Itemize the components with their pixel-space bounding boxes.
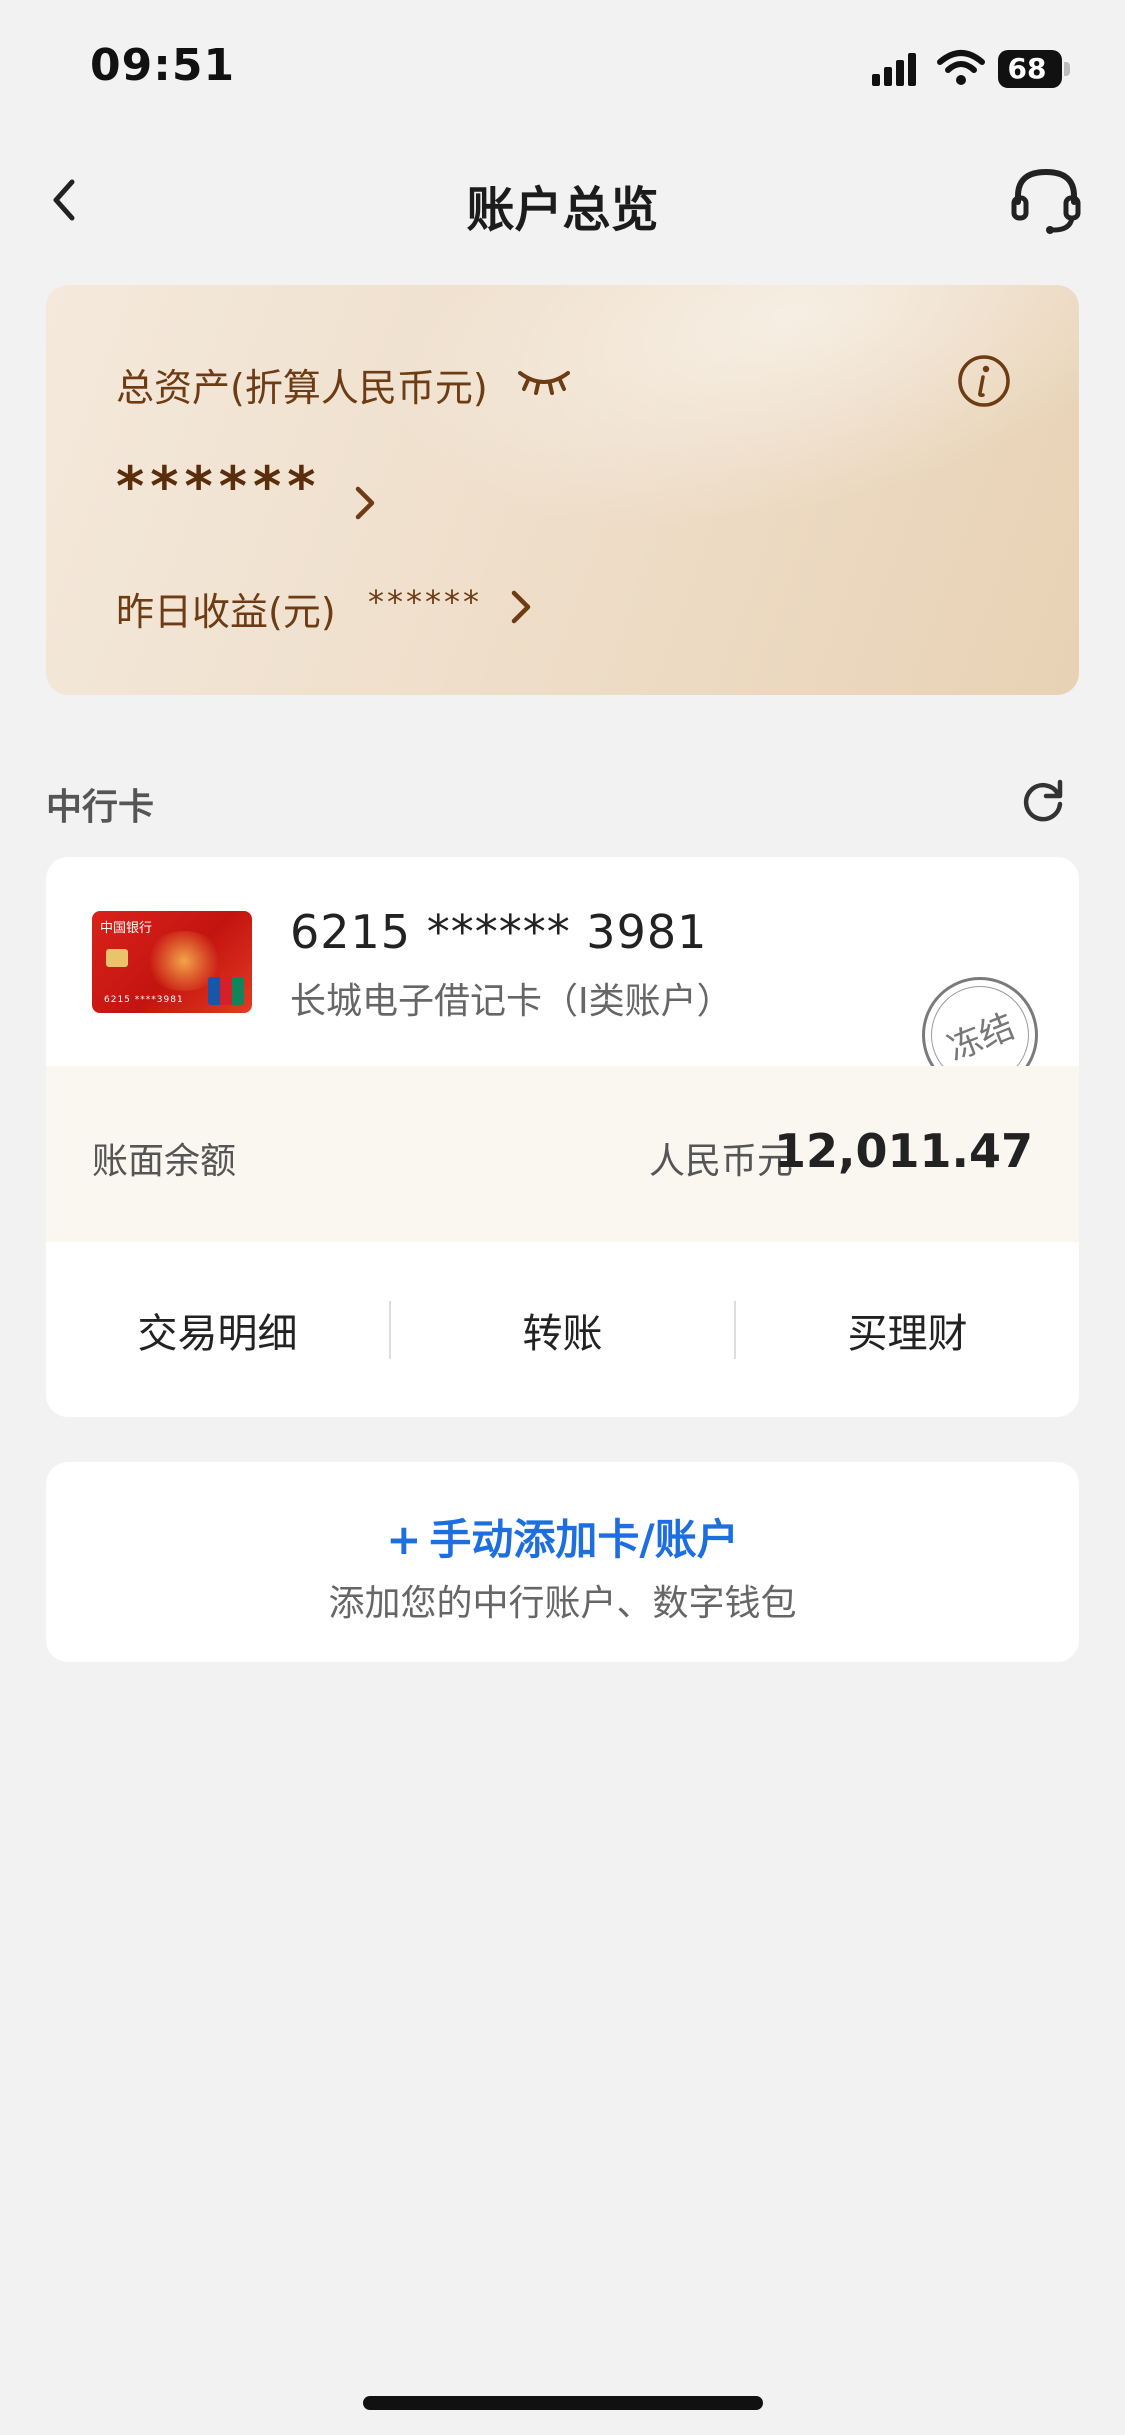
refresh-icon[interactable] (1018, 774, 1068, 824)
signal-icon (872, 53, 916, 86)
buy-wealth-product-button[interactable]: 买理财 (736, 1301, 1079, 1359)
account-overview-page: 09:51 68 账户总览 总资产(折算人民币元) ****** 昨日收益(元)… (0, 0, 1125, 2435)
home-indicator[interactable] (363, 2396, 763, 2410)
add-card-title-text: 手动添加卡/账户 (429, 1515, 739, 1564)
chevron-right-icon[interactable] (502, 585, 538, 629)
chevron-right-icon[interactable] (346, 481, 382, 525)
debit-card-image: 中国银行 6215 ****3981 (92, 911, 252, 1013)
page-title: 账户总览 (466, 182, 659, 238)
frozen-status-text: 冻结 (942, 1006, 1021, 1070)
nav-bar: 账户总览 (0, 140, 1125, 260)
status-bar: 09:51 68 (0, 0, 1125, 130)
card-type: 长城电子借记卡（I类账户） (290, 981, 733, 1022)
battery-icon: 68 (998, 50, 1070, 88)
status-time: 09:51 (90, 40, 236, 91)
balance-amount: 12,011.47 (774, 1124, 1033, 1178)
customer-service-headset-icon[interactable] (1006, 160, 1086, 240)
add-card-account-button[interactable]: + 手动添加卡/账户 添加您的中行账户、数字钱包 (46, 1462, 1079, 1662)
plus-icon: + (386, 1515, 422, 1564)
eye-closed-icon[interactable] (514, 365, 574, 395)
balance-row: 账面余额 人民币元 12,011.47 (46, 1066, 1079, 1242)
card-chip-icon (106, 949, 128, 967)
card-number[interactable]: 6215 ****** 3981 (290, 905, 707, 959)
unionpay-logo-icon (208, 977, 244, 1005)
add-card-title: + 手动添加卡/账户 (46, 1506, 1079, 1567)
yesterday-income-value: ****** (368, 583, 482, 621)
total-asset-value: ****** (116, 455, 322, 518)
battery-level: 68 (1007, 52, 1047, 85)
balance-currency: 人民币元 (648, 1141, 793, 1182)
wifi-icon (937, 50, 985, 85)
transaction-details-button[interactable]: 交易明细 (46, 1301, 389, 1359)
section-title-boc-card: 中行卡 (46, 787, 155, 828)
total-asset-label: 总资产(折算人民币元) (116, 366, 488, 410)
total-asset-card[interactable]: 总资产(折算人民币元) ****** 昨日收益(元) ****** (46, 285, 1079, 695)
add-card-subtitle: 添加您的中行账户、数字钱包 (328, 1583, 797, 1624)
yesterday-income-label: 昨日收益(元) (116, 590, 336, 634)
transfer-button[interactable]: 转账 (391, 1301, 734, 1359)
card-actions: 交易明细 转账 买理财 (46, 1242, 1079, 1417)
bank-card-panel: 中国银行 6215 ****3981 6215 ****** 3981 长城电子… (46, 857, 1079, 1417)
info-icon[interactable] (956, 353, 1012, 409)
balance-label: 账面余额 (92, 1141, 237, 1182)
bank-logo: 中国银行 (100, 921, 153, 936)
card-thumb-number: 6215 ****3981 (104, 995, 184, 1005)
